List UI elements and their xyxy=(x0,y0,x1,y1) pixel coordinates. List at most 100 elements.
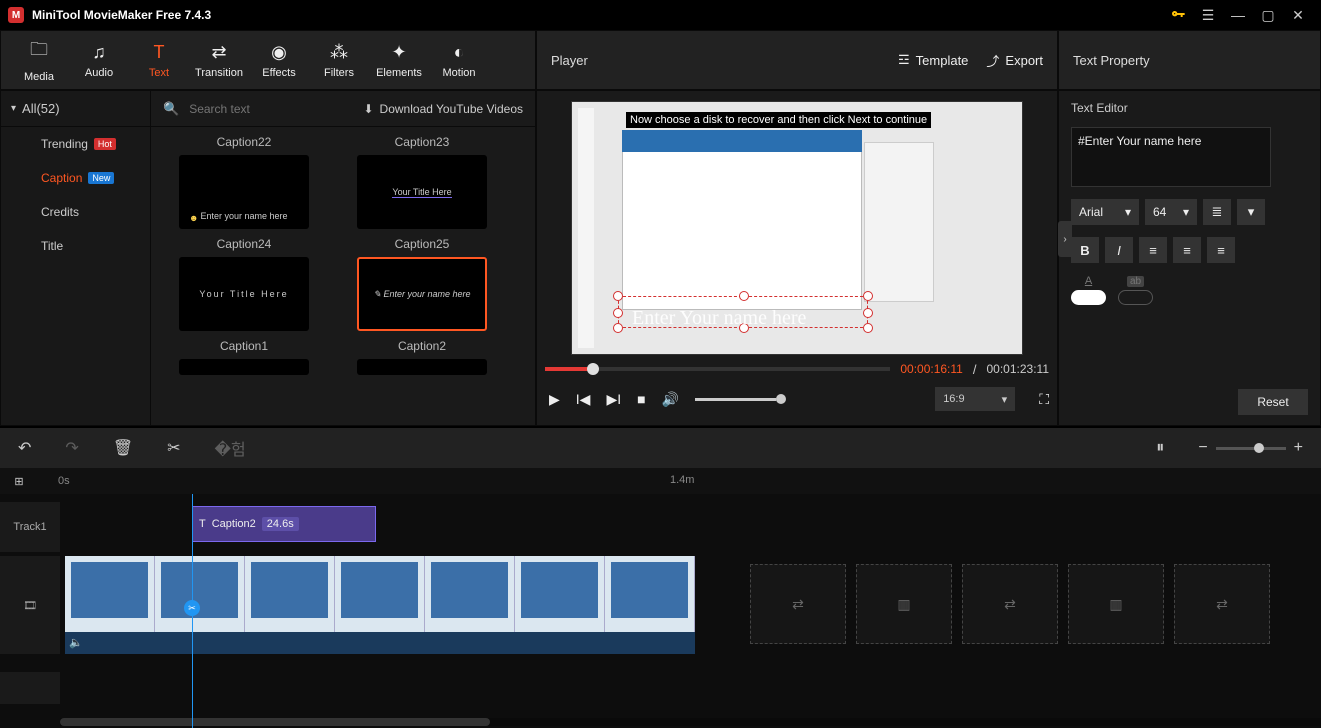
crop-button[interactable]: �험 xyxy=(215,436,246,460)
align-center-button[interactable]: ≡ xyxy=(1173,237,1201,263)
search-input[interactable] xyxy=(189,102,353,116)
transition-placeholder[interactable]: ⇄ xyxy=(962,564,1058,644)
editor-label: Text Editor xyxy=(1071,101,1308,115)
caption-text-input[interactable] xyxy=(1071,127,1271,187)
prev-frame-button[interactable]: I◀ xyxy=(576,391,591,408)
category-credits[interactable]: Credits xyxy=(1,195,150,229)
zoom-in-button[interactable]: + xyxy=(1294,439,1303,457)
stop-button[interactable]: ■ xyxy=(637,391,645,407)
tab-audio[interactable]: ♫Audio xyxy=(69,35,129,85)
category-sidebar: ▾All(52) TrendingHot CaptionNew Credits … xyxy=(1,91,151,425)
text-icon: T xyxy=(154,42,165,63)
transition-placeholder[interactable]: ⇄ xyxy=(1174,564,1270,644)
text-clip[interactable]: T Caption2 24.6s xyxy=(192,506,376,542)
track-header-video[interactable]: 🎞 xyxy=(0,556,60,654)
template-grid[interactable]: Caption22Enter your name here☻ Caption23… xyxy=(151,127,535,425)
align-right-button[interactable]: ≡ xyxy=(1207,237,1235,263)
menu-icon[interactable]: ☰ xyxy=(1193,0,1223,30)
undo-button[interactable]: ↶ xyxy=(18,438,31,458)
text-color-swatch[interactable] xyxy=(1071,290,1106,305)
delete-button[interactable]: 🗑 xyxy=(113,438,133,458)
highlight-color-swatch[interactable] xyxy=(1118,290,1153,305)
preview-canvas[interactable]: Now choose a disk to recover and then cl… xyxy=(571,101,1023,355)
expand-panel-button[interactable]: › xyxy=(1058,221,1072,257)
template-button[interactable]: ☲Template xyxy=(898,52,968,68)
category-caption[interactable]: CaptionNew xyxy=(1,161,150,195)
tab-elements[interactable]: ✦Elements xyxy=(369,35,429,85)
tab-filters[interactable]: ⁂Filters xyxy=(309,35,369,85)
redo-button[interactable]: ↷ xyxy=(65,438,78,458)
category-title[interactable]: Title xyxy=(1,229,150,263)
add-track-button[interactable]: ⊞ xyxy=(10,472,28,490)
volume-icon[interactable]: 🔊 xyxy=(662,391,679,408)
text-clip-icon: T xyxy=(199,518,206,530)
bold-button[interactable]: B xyxy=(1071,237,1099,263)
playhead[interactable]: ✂ xyxy=(192,494,193,728)
preview-stage[interactable]: Now choose a disk to recover and then cl… xyxy=(545,99,1049,357)
template-item[interactable]: Caption22Enter your name here☻ xyxy=(161,135,327,229)
export-button[interactable]: ⤴Export xyxy=(986,51,1043,70)
next-frame-button[interactable]: ▶I xyxy=(606,391,621,408)
line-spacing-button[interactable]: ≣ xyxy=(1203,199,1231,225)
timeline-body[interactable]: Track1 🎞 T Caption2 24.6s 🔈 ⇄ ▥ ⇄ ▥ ⇄ ✂ xyxy=(0,494,1321,728)
template-thumb[interactable]: ✎ Enter your name here xyxy=(357,257,487,331)
template-thumb[interactable] xyxy=(357,359,487,375)
template-item[interactable]: Caption24Your Title Here xyxy=(161,237,327,331)
maximize-icon[interactable]: ▢ xyxy=(1253,0,1283,30)
category-trending[interactable]: TrendingHot xyxy=(1,127,150,161)
tab-transition[interactable]: ⇄Transition xyxy=(189,35,249,85)
text-property-pane: › Text Editor Arial▾ 64▾ ≣ ▾ B I ≡ ≡ ≡ A… xyxy=(1058,90,1321,426)
tab-motion[interactable]: ◐Motion xyxy=(429,35,489,85)
chevron-down-icon: ▾ xyxy=(1183,205,1189,219)
template-thumb[interactable]: Enter your name here☻ xyxy=(179,155,309,229)
template-item[interactable]: Caption23Your Title Here xyxy=(339,135,505,229)
audio-waveform[interactable]: 🔈 xyxy=(65,632,695,654)
timeline-ruler[interactable]: ⊞ 0s 1.4m xyxy=(0,468,1321,494)
tab-media[interactable]: 🗀Media xyxy=(9,35,69,85)
minimize-icon[interactable]: — xyxy=(1223,0,1253,30)
music-icon: ♫ xyxy=(92,42,106,63)
split-button[interactable]: ✂ xyxy=(167,438,180,458)
play-button[interactable]: ▶ xyxy=(549,391,560,408)
template-thumb[interactable]: Your Title Here xyxy=(179,257,309,331)
font-family-select[interactable]: Arial▾ xyxy=(1071,199,1139,225)
highlight-color-icon: ab xyxy=(1127,276,1144,287)
player-controls: ▶ I◀ ▶I ■ 🔊 16:9▾ ⛶ xyxy=(545,381,1049,417)
zoom-slider[interactable] xyxy=(1216,447,1286,450)
track-header-extra[interactable] xyxy=(0,672,60,704)
tab-text[interactable]: TText xyxy=(129,35,189,85)
font-size-select[interactable]: 64▾ xyxy=(1145,199,1197,225)
media-placeholder[interactable]: ▥ xyxy=(856,564,952,644)
motion-icon: ◐ xyxy=(454,42,465,63)
italic-button[interactable]: I xyxy=(1105,237,1133,263)
video-clip[interactable]: 🔈 xyxy=(65,556,695,654)
template-thumb[interactable] xyxy=(179,359,309,375)
template-thumb[interactable]: Your Title Here xyxy=(357,155,487,229)
template-item[interactable]: Caption2 xyxy=(339,339,505,375)
timeline-scrollbar[interactable] xyxy=(60,718,1321,726)
ruler-mark: 1.4m xyxy=(670,474,694,486)
preview-caption-text[interactable]: Enter Your name here xyxy=(632,307,806,330)
app-logo: M xyxy=(8,7,24,23)
template-item[interactable]: Caption25✎ Enter your name here xyxy=(339,237,505,331)
template-item[interactable]: Caption1 xyxy=(161,339,327,375)
filters-icon: ⁂ xyxy=(330,42,348,63)
track-header-1[interactable]: Track1 xyxy=(0,502,60,552)
zoom-out-button[interactable]: − xyxy=(1198,439,1207,457)
more-options-button[interactable]: ▾ xyxy=(1237,199,1265,225)
align-left-button[interactable]: ≡ xyxy=(1139,237,1167,263)
time-current: 00:00:16:11 xyxy=(900,362,963,376)
tab-effects[interactable]: ◉Effects xyxy=(249,35,309,85)
media-placeholder[interactable]: ▥ xyxy=(1068,564,1164,644)
category-all[interactable]: ▾All(52) xyxy=(1,91,150,127)
close-icon[interactable]: ✕ xyxy=(1283,0,1313,30)
reset-button[interactable]: Reset xyxy=(1238,389,1308,415)
volume-slider[interactable] xyxy=(695,398,785,401)
fullscreen-button[interactable]: ⛶ xyxy=(1039,391,1049,408)
zoom-fit-button[interactable]: ⏸ xyxy=(1156,439,1164,457)
scrub-slider[interactable] xyxy=(545,367,890,371)
transition-placeholder[interactable]: ⇄ xyxy=(750,564,846,644)
license-key-icon[interactable] xyxy=(1163,0,1193,30)
aspect-ratio-select[interactable]: 16:9▾ xyxy=(935,387,1015,411)
download-youtube-button[interactable]: ⬇Download YouTube Videos xyxy=(363,102,523,116)
